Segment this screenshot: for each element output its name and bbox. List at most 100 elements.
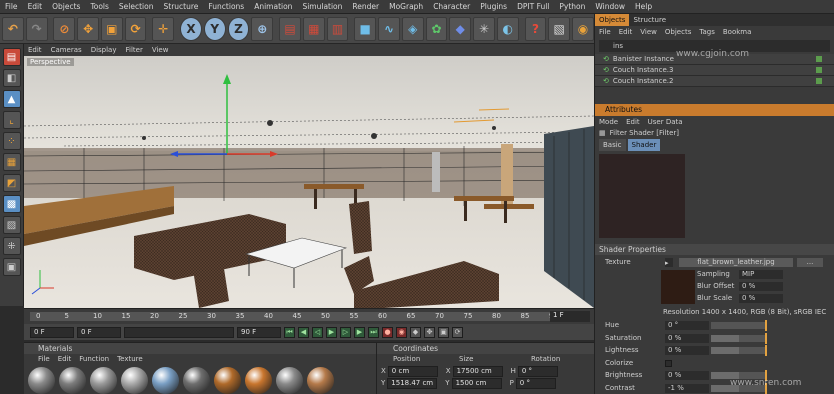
sampling-select[interactable]: MIP [739, 270, 783, 279]
prev-key-icon[interactable]: ◀ [298, 326, 309, 338]
undo-icon[interactable]: ↶ [2, 16, 24, 41]
attributes-menu-mode[interactable]: Mode [599, 116, 618, 128]
autokey-icon[interactable]: ◉ [396, 326, 407, 338]
rot-p-field[interactable]: 0 ° [515, 377, 556, 389]
param-value-field[interactable]: 0 ° [665, 321, 709, 330]
objects-menu-file[interactable]: File [599, 26, 611, 38]
range-slider[interactable] [124, 326, 234, 338]
material-swatch[interactable] [28, 367, 55, 394]
attributes-menu-edit[interactable]: Edit [626, 116, 640, 128]
menu-structure[interactable]: Structure [159, 2, 204, 11]
timeline[interactable]: 051015202530354045505560657075808590 1 F [24, 308, 594, 324]
blur-offset-field[interactable]: 0 % [739, 282, 783, 291]
objects-menu-objects[interactable]: Objects [665, 26, 691, 38]
world-coord-icon[interactable]: ⊕ [251, 16, 274, 41]
param-slider[interactable] [711, 347, 767, 354]
render-view-icon[interactable]: ▤ [279, 16, 301, 41]
tab-basic[interactable]: Basic [599, 138, 626, 151]
browse-button[interactable]: ... [797, 258, 823, 267]
material-swatch[interactable] [59, 367, 86, 394]
menu-plugins[interactable]: Plugins [475, 2, 512, 11]
last-frame-icon[interactable]: ⏭ [368, 326, 379, 338]
param-value-field[interactable]: -1 % [665, 383, 709, 393]
pos-x-field[interactable]: 0 cm [387, 365, 438, 377]
objects-menu-bookmarks[interactable]: Bookma [723, 26, 752, 38]
min-frame-field[interactable]: 0 F [77, 326, 121, 338]
move-icon[interactable]: ✥ [77, 16, 99, 41]
attributes-menu-userdata[interactable]: User Data [648, 116, 683, 128]
material-swatch[interactable] [245, 367, 272, 394]
deformer-icon[interactable]: ◆ [449, 16, 472, 41]
play-icon[interactable]: ▶ [326, 326, 337, 338]
scale-key-icon[interactable]: ▣ [438, 326, 449, 338]
python-icon[interactable]: ◉ [572, 16, 594, 41]
param-slider[interactable] [711, 322, 767, 329]
light-icon[interactable]: ▧ [548, 16, 571, 41]
uv-mode-icon[interactable]: ▩ [2, 195, 21, 213]
viewport-menu-edit[interactable]: Edit [24, 46, 46, 54]
pos-y-field[interactable]: 1518.47 cm [387, 377, 438, 389]
size-x-field[interactable]: 17500 cm [452, 365, 503, 377]
viewport-menu-cameras[interactable]: Cameras [47, 46, 86, 54]
list-item[interactable]: ⟲ Couch Instance.2 [595, 76, 834, 87]
param-slider[interactable] [711, 334, 767, 342]
prev-frame-icon[interactable]: ◁ [312, 326, 323, 338]
texture-file-button[interactable]: flat_brown_leather.jpg [679, 258, 793, 267]
camera-icon[interactable]: ? [524, 16, 547, 41]
menu-simulation[interactable]: Simulation [297, 2, 347, 11]
viewport-menu-view[interactable]: View [148, 46, 173, 54]
menu-mograph[interactable]: MoGraph [384, 2, 428, 11]
param-value-field[interactable]: 0 % [665, 346, 709, 355]
tab-objects[interactable]: Objects [595, 14, 630, 26]
material-swatch[interactable] [183, 367, 210, 394]
next-frame-icon[interactable]: ▷ [340, 326, 351, 338]
menu-tools[interactable]: Tools [85, 2, 113, 11]
snap-icon[interactable]: ⁜ [2, 237, 21, 255]
redo-icon[interactable]: ↷ [25, 16, 48, 41]
list-item[interactable]: ⟲ Couch Instance.3 [595, 65, 834, 76]
materials-menu-edit[interactable]: Edit [58, 354, 78, 365]
visibility-check-icon[interactable] [816, 78, 822, 84]
param-value-field[interactable]: 0 % [665, 371, 709, 380]
live-select-icon[interactable]: ⊘ [53, 16, 76, 41]
nurbs-icon[interactable]: ◈ [401, 16, 424, 41]
materials-menu-texture[interactable]: Texture [117, 354, 149, 365]
z-axis-icon[interactable]: Z [227, 16, 250, 41]
material-swatch[interactable] [307, 367, 334, 394]
edges-mode-icon[interactable]: ▦ [2, 153, 21, 171]
size-y-field[interactable]: 1500 cm [451, 377, 502, 389]
workplane-icon[interactable]: ▨ [2, 216, 21, 234]
render-picture-icon[interactable]: ▦ [302, 16, 325, 41]
blur-scale-field[interactable]: 0 % [739, 294, 783, 303]
viewport-3d[interactable]: Perspective [24, 56, 594, 308]
axis-mode-icon[interactable]: ⌞ [2, 111, 21, 129]
lock-icon[interactable]: ▣ [2, 258, 21, 276]
objects-menu-tags[interactable]: Tags [699, 26, 715, 38]
points-mode-icon[interactable]: ⁘ [2, 132, 21, 150]
keyframe-icon[interactable]: ◆ [410, 326, 421, 338]
menu-edit[interactable]: Edit [23, 2, 48, 11]
rotate-icon[interactable]: ⟳ [124, 16, 147, 41]
colorize-checkbox[interactable] [665, 359, 672, 367]
y-axis-icon[interactable]: Y [203, 16, 226, 41]
materials-menu-function[interactable]: Function [79, 354, 115, 365]
material-swatch[interactable] [152, 367, 179, 394]
current-frame-field[interactable]: 1 F [550, 311, 590, 322]
array-icon[interactable]: ✿ [425, 16, 448, 41]
menu-animation[interactable]: Animation [249, 2, 297, 11]
param-value-field[interactable]: 0 % [665, 333, 709, 343]
menu-file[interactable]: File [0, 2, 23, 11]
material-swatch[interactable] [214, 367, 241, 394]
viewport-menu-filter[interactable]: Filter [122, 46, 147, 54]
menu-character[interactable]: Character [428, 2, 475, 11]
visibility-check-icon[interactable] [816, 56, 822, 62]
sky-icon[interactable]: ◐ [496, 16, 519, 41]
menu-window[interactable]: Window [590, 2, 630, 11]
scale-icon[interactable]: ▣ [100, 16, 123, 41]
scene-icon[interactable]: ✳ [473, 16, 495, 41]
menu-functions[interactable]: Functions [203, 2, 249, 11]
menu-python[interactable]: Python [554, 2, 590, 11]
tab-structure[interactable]: Structure [629, 14, 670, 26]
cube-icon[interactable]: ■ [354, 16, 377, 41]
model-mode-icon[interactable]: ◧ [2, 69, 21, 87]
